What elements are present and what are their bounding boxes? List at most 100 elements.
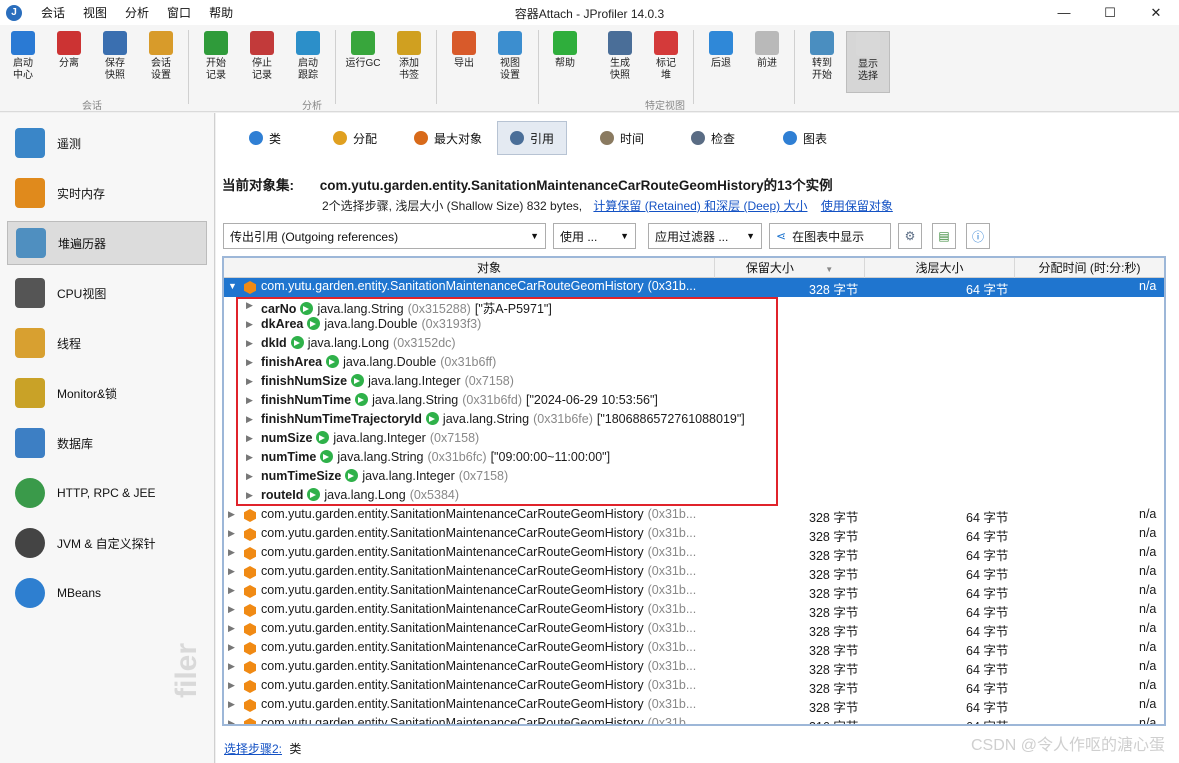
table-row[interactable]: ▶ com.yutu.garden.entity.SanitationMainte… bbox=[224, 715, 1164, 724]
expand-arrow-icon[interactable]: ▶ bbox=[246, 452, 253, 463]
field-row[interactable]: ▶ finishArea java.lang.Double (0x31b6ff) bbox=[224, 354, 1164, 373]
sidebar-item-threads[interactable]: 线程 bbox=[7, 321, 207, 365]
collapse-arrow-icon[interactable]: ▼ bbox=[228, 281, 237, 291]
expand-arrow-icon[interactable]: ▶ bbox=[246, 376, 253, 387]
sidebar-item-database[interactable]: 数据库 bbox=[7, 421, 207, 465]
maximize-button[interactable]: ☐ bbox=[1087, 0, 1133, 25]
field-row[interactable]: ▶ numTime java.lang.String (0x31b6fc) ["09:0… bbox=[224, 449, 1164, 468]
field-row[interactable]: ▶ finishNumSize java.lang.Integer (0x7158) bbox=[224, 373, 1164, 392]
toolbar-button-add-bookmark[interactable]: 添加 书签 bbox=[387, 31, 431, 93]
close-button[interactable]: ✕ bbox=[1133, 0, 1179, 25]
tab-class[interactable]: 类 bbox=[249, 121, 281, 155]
table-row[interactable]: ▶ com.yutu.garden.entity.SanitationMainte… bbox=[224, 563, 1164, 582]
toolbar-button-show-selection[interactable]: 显示 选择 bbox=[846, 31, 890, 93]
toolbar-button-start-tracking[interactable]: 启动 跟踪 bbox=[286, 31, 330, 93]
menu-analyze[interactable]: 分析 bbox=[116, 4, 158, 21]
expand-arrow-icon[interactable]: ▶ bbox=[246, 357, 253, 368]
tab-biggest-objects[interactable]: 最大对象 bbox=[414, 121, 482, 155]
expand-arrow-icon[interactable]: ▶ bbox=[228, 718, 235, 724]
expand-arrow-icon[interactable]: ▶ bbox=[228, 547, 235, 558]
table-row[interactable]: ▶ com.yutu.garden.entity.SanitationMainte… bbox=[224, 639, 1164, 658]
table-row[interactable]: ▶ com.yutu.garden.entity.SanitationMainte… bbox=[224, 525, 1164, 544]
table-row[interactable]: ▼ com.yutu.garden.entity.SanitationMainte… bbox=[224, 278, 1164, 297]
menu-view[interactable]: 视图 bbox=[74, 4, 116, 21]
field-row[interactable]: ▶ dkId java.lang.Long (0x3152dc) bbox=[224, 335, 1164, 354]
col-retained[interactable]: 保留大小 ▼ bbox=[714, 258, 864, 278]
col-alloc-time[interactable]: 分配时间 (时:分:秒) bbox=[1014, 258, 1164, 278]
toolbar-button-run-gc[interactable]: 运行GC bbox=[341, 31, 385, 93]
tab-time[interactable]: 时间 bbox=[600, 121, 644, 155]
field-row[interactable]: ▶ routeId java.lang.Long (0x5384) bbox=[224, 487, 1164, 506]
expand-arrow-icon[interactable]: ▶ bbox=[246, 471, 253, 482]
toolbar-button-back[interactable]: 后退 bbox=[699, 31, 743, 93]
sidebar-item-heap-walker[interactable]: 堆遍历器 bbox=[7, 221, 207, 265]
toolbar-button-session-settings[interactable]: 会话 设置 bbox=[139, 31, 183, 93]
print-button[interactable]: ▤ bbox=[932, 223, 956, 249]
expand-arrow-icon[interactable]: ▶ bbox=[246, 300, 253, 311]
expand-arrow-icon[interactable]: ▶ bbox=[228, 623, 235, 634]
sidebar-item-lock[interactable]: Monitor&锁 bbox=[7, 371, 207, 415]
table-row[interactable]: ▶ com.yutu.garden.entity.SanitationMainte… bbox=[224, 696, 1164, 715]
info-button[interactable]: ⓘ bbox=[966, 223, 990, 249]
table-row[interactable]: ▶ com.yutu.garden.entity.SanitationMainte… bbox=[224, 601, 1164, 620]
sidebar-item-telemetry[interactable]: 遥测 bbox=[7, 121, 207, 165]
menu-session[interactable]: 会话 bbox=[32, 4, 74, 21]
field-row[interactable]: ▶ numSize java.lang.Integer (0x7158) bbox=[224, 430, 1164, 449]
expand-arrow-icon[interactable]: ▶ bbox=[246, 395, 253, 406]
expand-arrow-icon[interactable]: ▶ bbox=[228, 509, 235, 520]
toolbar-button-snapshot[interactable]: 生成 快照 bbox=[598, 31, 642, 93]
table-row[interactable]: ▶ com.yutu.garden.entity.SanitationMainte… bbox=[224, 544, 1164, 563]
toolbar-button-go-home[interactable]: 转到 开始 bbox=[800, 31, 844, 93]
toolbar-button-save-snapshot[interactable]: 保存 快照 bbox=[93, 31, 137, 93]
expand-arrow-icon[interactable]: ▶ bbox=[246, 414, 253, 425]
tab-inspections[interactable]: 检查 bbox=[691, 121, 735, 155]
field-row[interactable]: ▶ dkArea java.lang.Double (0x3193f3) bbox=[224, 316, 1164, 335]
expand-arrow-icon[interactable]: ▶ bbox=[246, 319, 253, 330]
expand-arrow-icon[interactable]: ▶ bbox=[228, 699, 235, 710]
use-button[interactable]: 使用 ... ▼ bbox=[553, 223, 636, 249]
tab-allocations[interactable]: 分配 bbox=[333, 121, 377, 155]
expand-arrow-icon[interactable]: ▶ bbox=[228, 680, 235, 691]
toolbar-button-view-settings[interactable]: 视图 设置 bbox=[488, 31, 532, 93]
field-row[interactable]: ▶ finishNumTimeTrajectoryId java.lang.Stri… bbox=[224, 411, 1164, 430]
selection-step-link[interactable]: 选择步骤2: bbox=[224, 742, 282, 756]
field-row[interactable]: ▶ carNo java.lang.String (0x315288) ["苏A-P59… bbox=[224, 297, 1164, 316]
expand-arrow-icon[interactable]: ▶ bbox=[228, 642, 235, 653]
toolbar-button-help[interactable]: 帮助 bbox=[543, 31, 587, 93]
use-retained-link[interactable]: 使用保留对象 bbox=[821, 199, 893, 213]
tab-references[interactable]: 引用 bbox=[497, 121, 568, 155]
table-row[interactable]: ▶ com.yutu.garden.entity.SanitationMainte… bbox=[224, 658, 1164, 677]
toolbar-button-start-recording[interactable]: 开始 记录 bbox=[194, 31, 238, 93]
table-row[interactable]: ▶ com.yutu.garden.entity.SanitationMainte… bbox=[224, 620, 1164, 639]
expand-arrow-icon[interactable]: ▶ bbox=[246, 490, 253, 501]
toolbar-button-export[interactable]: 导出 bbox=[442, 31, 486, 93]
sidebar-item-probe[interactable]: JVM & 自定义探针 bbox=[7, 521, 207, 565]
sidebar-item-globe[interactable]: HTTP, RPC & JEE bbox=[7, 471, 207, 515]
table-row[interactable]: ▶ com.yutu.garden.entity.SanitationMainte… bbox=[224, 677, 1164, 696]
menu-help[interactable]: 帮助 bbox=[200, 4, 242, 21]
expand-arrow-icon[interactable]: ▶ bbox=[228, 566, 235, 577]
sidebar-item-cpu[interactable]: CPU视图 bbox=[7, 271, 207, 315]
minimize-button[interactable]: — bbox=[1041, 0, 1087, 25]
apply-filter-button[interactable]: 应用过滤器 ... ▼ bbox=[648, 223, 762, 249]
expand-arrow-icon[interactable]: ▶ bbox=[246, 433, 253, 444]
toolbar-button-forward[interactable]: 前进 bbox=[745, 31, 789, 93]
settings-gear-button[interactable]: ⚙ bbox=[898, 223, 922, 249]
col-shallow[interactable]: 浅层大小 bbox=[864, 258, 1014, 278]
reference-type-select[interactable]: 传出引用 (Outgoing references) ▼ bbox=[223, 223, 546, 249]
expand-arrow-icon[interactable]: ▶ bbox=[228, 528, 235, 539]
sidebar-item-live-memory[interactable]: 实时内存 bbox=[7, 171, 207, 215]
expand-arrow-icon[interactable]: ▶ bbox=[228, 585, 235, 596]
menu-window[interactable]: 窗口 bbox=[158, 4, 200, 21]
toolbar-button-stop-recording[interactable]: 停止 记录 bbox=[240, 31, 284, 93]
toolbar-button-detach[interactable]: 分离 bbox=[47, 31, 91, 93]
table-row[interactable]: ▶ com.yutu.garden.entity.SanitationMainte… bbox=[224, 582, 1164, 601]
show-in-graph-button[interactable]: ⋖ 在图表中显示 bbox=[769, 223, 891, 249]
col-object[interactable]: 对象 bbox=[264, 258, 714, 278]
tab-graph[interactable]: 图表 bbox=[783, 121, 827, 155]
field-row[interactable]: ▶ numTimeSize java.lang.Integer (0x7158) bbox=[224, 468, 1164, 487]
sidebar-item-mbeans[interactable]: MBeans bbox=[7, 571, 207, 615]
expand-arrow-icon[interactable]: ▶ bbox=[228, 604, 235, 615]
table-row[interactable]: ▶ com.yutu.garden.entity.SanitationMainte… bbox=[224, 506, 1164, 525]
calc-retained-link[interactable]: 计算保留 (Retained) 和深层 (Deep) 大小 bbox=[593, 199, 807, 213]
